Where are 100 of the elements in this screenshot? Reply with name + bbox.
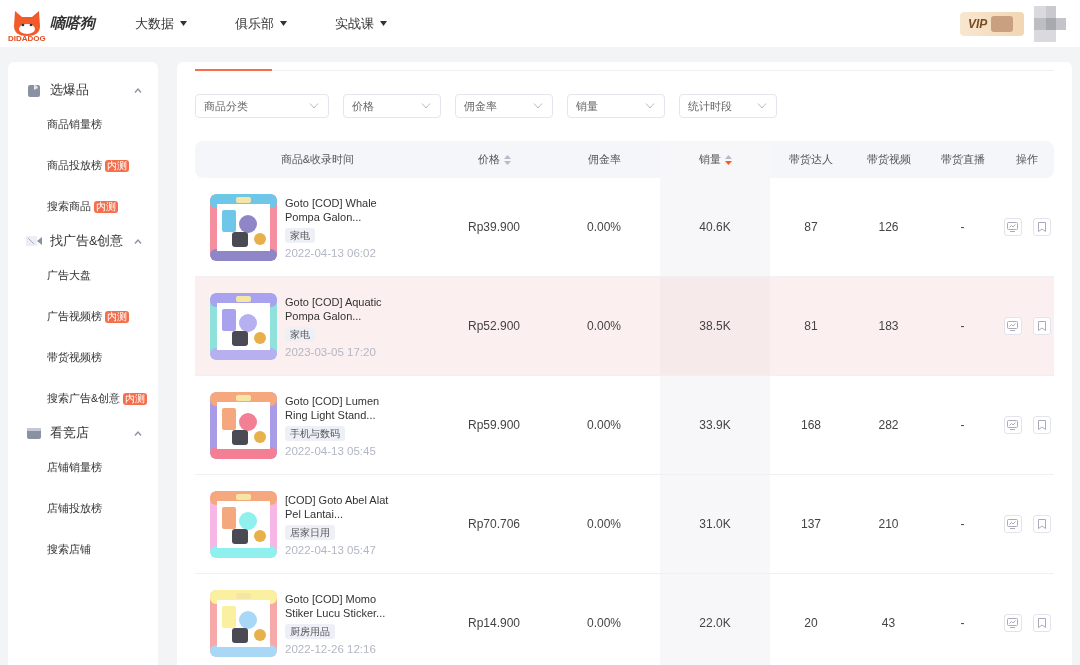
chevron-down-icon xyxy=(421,103,431,109)
chevron-down-icon xyxy=(645,103,655,109)
category-tag: 厨房用品 xyxy=(285,623,335,639)
product-title[interactable]: Goto [COD] Aquatic Pompa Galon... xyxy=(285,294,403,323)
category-tag: 手机与数码 xyxy=(285,425,345,441)
table-cell: 126 xyxy=(878,220,899,234)
table-cell: 137 xyxy=(801,517,821,531)
table-cell: - xyxy=(960,319,965,333)
category-tag: 家电 xyxy=(285,326,315,342)
column-header: 带货达人 xyxy=(789,152,833,167)
table-cell: 43 xyxy=(881,616,896,630)
category-tag: 家电 xyxy=(285,227,315,243)
column-header: 商品&收录时间 xyxy=(280,152,355,167)
table-cell: - xyxy=(960,418,965,432)
sidebar-item[interactable]: 店铺销量榜 xyxy=(47,460,102,475)
table-row[interactable]: Goto [COD] Lumen Ring Light Stand... 手机与数码 2022-04-13 05:45 Rp59.900 0.00% 33.9K 168 282 - xyxy=(195,376,1054,475)
category-tag: 居家日用 xyxy=(285,524,335,540)
sidebar-item[interactable]: 商品投放榜 xyxy=(47,158,102,173)
sidebar-item[interactable]: 广告视频榜 xyxy=(47,309,102,324)
trend-chart-button[interactable] xyxy=(1003,218,1022,236)
sidebar-item[interactable]: 商品销量榜 xyxy=(47,117,102,132)
record-time: 2022-04-13 05:47 xyxy=(285,543,376,556)
bookmark-button[interactable] xyxy=(1032,317,1051,335)
chart-monitor-icon xyxy=(1007,519,1018,529)
table-cell: 168 xyxy=(801,418,821,432)
bookmark-icon xyxy=(1037,519,1046,529)
bookmark-button[interactable] xyxy=(1032,614,1051,632)
filter-dropdown[interactable]: 价格 xyxy=(343,94,441,118)
chevron-icon xyxy=(134,238,142,244)
bookmark-icon xyxy=(1037,618,1046,628)
sidebar-group[interactable]: 看竞店 xyxy=(8,419,158,447)
column-header: 带货直播 xyxy=(940,152,985,167)
caret-icon xyxy=(180,21,187,26)
table-row[interactable]: [COD] Goto Abel Alat Pel Lantai... 居家日用 2022-04-13 05:47 Rp70.706 0.00% 31.0K 137 210 - xyxy=(195,475,1054,574)
logo-subtext: DIDADOG xyxy=(8,34,46,43)
trend-chart-button[interactable] xyxy=(1003,515,1022,533)
sidebar-item[interactable]: 店铺投放榜 xyxy=(47,501,102,516)
column-header: 销量 xyxy=(698,152,721,167)
beta-badge: 内测 xyxy=(123,392,147,405)
vip-badge[interactable]: VIP xyxy=(960,11,1024,36)
table-row[interactable]: Goto [COD] Aquatic Pompa Galon... 家电 2023-03-05 17:20 Rp52.900 0.00% 38.5K 81 183 - xyxy=(195,277,1054,376)
trend-chart-button[interactable] xyxy=(1003,614,1022,632)
table-cell: - xyxy=(960,616,965,630)
table-cell: 33.9K xyxy=(699,418,731,432)
product-title[interactable]: [COD] Goto Abel Alat Pel Lantai... xyxy=(285,492,403,521)
chart-monitor-icon xyxy=(1007,222,1018,232)
table-cell: Rp39.900 xyxy=(467,220,520,234)
chevron-down-icon xyxy=(533,103,543,109)
filter-dropdown[interactable]: 销量 xyxy=(567,94,665,118)
table-cell: 0.00% xyxy=(587,616,621,630)
trend-chart-button[interactable] xyxy=(1003,317,1022,335)
table-cell: - xyxy=(960,220,965,234)
sidebar-item[interactable]: 搜索商品 xyxy=(47,199,91,214)
table-cell: 0.00% xyxy=(587,319,621,333)
avatar-icon[interactable] xyxy=(1034,5,1066,42)
table-cell: 210 xyxy=(878,517,899,531)
table-cell: Rp52.900 xyxy=(467,319,520,333)
table-row[interactable]: Goto [COD] Whale Pompa Galon... 家电 2022-04-13 06:02 Rp39.900 0.00% 40.6K 87 126 - xyxy=(195,178,1054,277)
table-row[interactable]: Goto [COD] Momo Stiker Lucu Sticker... 厨房用品 2022-12-26 12:16 Rp14.900 0.00% 22.0K 20 43 - xyxy=(195,574,1054,665)
sidebar-item[interactable]: 搜索店铺 xyxy=(47,542,91,557)
sidebar-item[interactable]: 带货视频榜 xyxy=(47,350,102,365)
filter-dropdown[interactable]: 商品分类 xyxy=(195,94,329,118)
record-time: 2023-03-05 17:20 xyxy=(285,345,376,358)
column-header: 操作 xyxy=(1016,152,1038,167)
chevron-icon xyxy=(134,87,142,93)
nav-menu[interactable]: 大数据 xyxy=(135,14,187,33)
beta-badge: 内测 xyxy=(94,200,118,213)
table-cell: 282 xyxy=(878,418,899,432)
beta-badge: 内测 xyxy=(105,159,129,172)
nav-menu[interactable]: 实战课 xyxy=(335,14,387,33)
bookmark-button[interactable] xyxy=(1032,218,1051,236)
chevron-icon xyxy=(134,430,142,436)
beta-badge: 内测 xyxy=(105,310,129,323)
caret-icon xyxy=(280,21,287,26)
chart-monitor-icon xyxy=(1007,618,1018,628)
sort-icon[interactable] xyxy=(503,154,511,165)
sidebar-group[interactable]: 选爆品 xyxy=(8,76,158,104)
trend-chart-button[interactable] xyxy=(1003,416,1022,434)
sidebar-item[interactable]: 搜索广告&创意 xyxy=(47,391,120,406)
product-title[interactable]: Goto [COD] Momo Stiker Lucu Sticker... xyxy=(285,591,403,620)
column-header: 佣金率 xyxy=(587,152,621,167)
sort-icon[interactable] xyxy=(724,154,732,165)
table-cell: 38.5K xyxy=(699,319,731,333)
table-cell: 0.00% xyxy=(587,517,621,531)
filter-dropdown[interactable]: 佣金率 xyxy=(455,94,553,118)
sidebar-group[interactable]: 找广告&创意 xyxy=(8,227,158,255)
sidebar-item[interactable]: 广告大盘 xyxy=(47,268,91,283)
logo-text: 嘀嗒狗 xyxy=(50,14,95,31)
product-title[interactable]: Goto [COD] Whale Pompa Galon... xyxy=(285,195,403,224)
bookmark-button[interactable] xyxy=(1032,515,1051,533)
record-time: 2022-04-13 06:02 xyxy=(285,246,376,259)
video-icon xyxy=(26,236,42,246)
filter-dropdown[interactable]: 统计时段 xyxy=(679,94,777,118)
bookmark-icon xyxy=(1037,321,1046,331)
nav-menu[interactable]: 俱乐部 xyxy=(235,14,287,33)
bookmark-icon xyxy=(1037,420,1046,430)
bookmark-button[interactable] xyxy=(1032,416,1051,434)
table-cell: 20 xyxy=(804,616,818,630)
product-title[interactable]: Goto [COD] Lumen Ring Light Stand... xyxy=(285,393,403,422)
table-cell: - xyxy=(960,517,965,531)
